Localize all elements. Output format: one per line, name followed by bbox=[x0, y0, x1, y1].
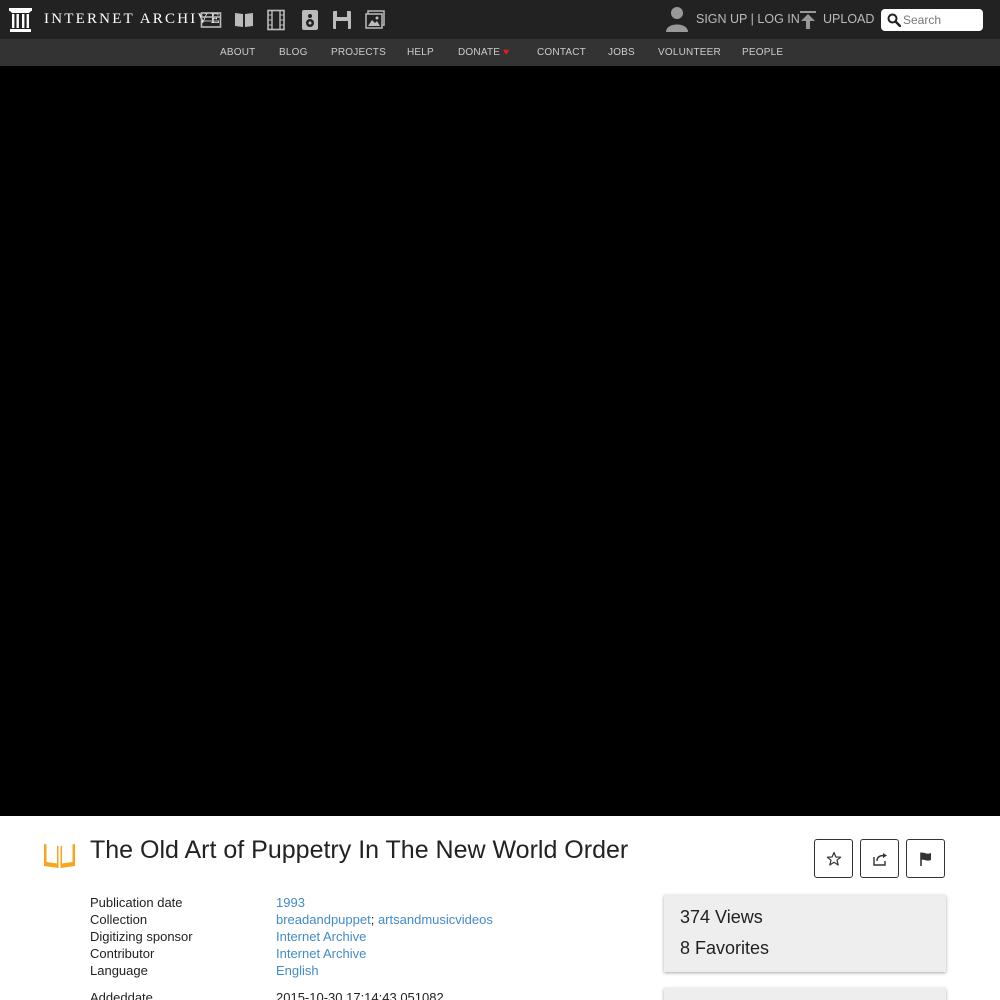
nav-jobs[interactable]: JOBS bbox=[608, 47, 635, 58]
video-icon[interactable] bbox=[265, 9, 287, 31]
software-icon[interactable] bbox=[331, 9, 353, 31]
nav-blog[interactable]: BLOG bbox=[279, 47, 308, 58]
upload-icon[interactable] bbox=[799, 10, 817, 30]
meta-label: Publication date bbox=[90, 895, 183, 910]
auth-links: SIGN UP | LOG IN bbox=[696, 12, 800, 26]
favorite-button[interactable] bbox=[814, 839, 853, 878]
images-icon[interactable] bbox=[364, 9, 386, 31]
search-input[interactable] bbox=[903, 12, 979, 28]
nav-contact[interactable]: CONTACT bbox=[537, 47, 586, 58]
search-icon[interactable] bbox=[887, 13, 901, 27]
meta-value-link: Internet Archive bbox=[276, 929, 366, 944]
top-bar: INTERNET ARCHIVE SIGN UP | LOG IN UPLOAD… bbox=[0, 0, 1000, 39]
audio-icon[interactable] bbox=[299, 9, 321, 31]
user-icon[interactable] bbox=[665, 6, 689, 32]
heart-icon: ♥ bbox=[503, 47, 510, 58]
stats-panel: 374 Views 8 Favorites bbox=[664, 895, 946, 972]
nav-about[interactable]: ABOUT bbox=[220, 47, 255, 58]
nav-people[interactable]: PEOPLE bbox=[742, 47, 783, 58]
nav-volunteer[interactable]: VOLUNTEER bbox=[658, 47, 721, 58]
flag-button[interactable] bbox=[906, 839, 945, 878]
meta-label: Collection bbox=[90, 912, 148, 927]
collection-separator: ; bbox=[370, 912, 375, 927]
nav-help[interactable]: HELP bbox=[407, 47, 434, 58]
meta-value-link: English bbox=[276, 963, 319, 978]
nav-donate[interactable]: DONATE ♥ bbox=[458, 47, 509, 58]
sign-up-link[interactable]: SIGN UP bbox=[696, 12, 747, 26]
internet-archive-logo-icon[interactable] bbox=[9, 8, 32, 32]
meta-label: Contributor bbox=[90, 946, 155, 961]
meta-value-links: breadandpuppet; artsandmusicvideos bbox=[276, 912, 493, 927]
logo-text[interactable]: INTERNET ARCHIVE bbox=[44, 11, 222, 28]
share-button[interactable] bbox=[860, 839, 899, 878]
media-player[interactable] bbox=[0, 66, 1000, 816]
item-title: The Old Art of Puppetry In The New World… bbox=[90, 836, 629, 864]
meta-label: Digitizing sponsor bbox=[90, 929, 193, 944]
nav-bar: ABOUT BLOG PROJECTS HELP DONATE ♥ CONTACT… bbox=[0, 39, 1000, 66]
meta-value-link: 1993 bbox=[276, 895, 305, 910]
nav-donate-label: DONATE bbox=[458, 47, 501, 58]
nav-projects[interactable]: PROJECTS bbox=[331, 47, 386, 58]
meta-label: Addeddate bbox=[90, 990, 153, 1000]
web-icon[interactable] bbox=[200, 9, 222, 31]
collection-link[interactable]: breadandpuppet bbox=[276, 912, 371, 927]
texts-icon[interactable] bbox=[233, 9, 255, 31]
share-icon bbox=[873, 853, 887, 866]
meta-label: Language bbox=[90, 963, 148, 978]
meta-value-link: Internet Archive bbox=[276, 946, 366, 961]
sponsor-link[interactable]: Internet Archive bbox=[276, 929, 366, 944]
meta-value: 2015-10-30 17:14:43.051082 bbox=[276, 990, 444, 1000]
collection-link[interactable]: artsandmusicvideos bbox=[378, 912, 493, 927]
contributor-link[interactable]: Internet Archive bbox=[276, 946, 366, 961]
search-box[interactable] bbox=[881, 9, 983, 31]
favorite-icon bbox=[826, 851, 842, 866]
upload-link[interactable]: UPLOAD bbox=[823, 12, 874, 26]
auth-separator: | bbox=[750, 12, 754, 26]
publication-date-link[interactable]: 1993 bbox=[276, 895, 305, 910]
flag-icon bbox=[920, 852, 931, 866]
views-count: 374 Views bbox=[680, 907, 763, 927]
log-in-link[interactable]: LOG IN bbox=[757, 12, 799, 26]
language-link[interactable]: English bbox=[276, 963, 319, 978]
reviews-panel bbox=[664, 988, 946, 1000]
book-icon bbox=[44, 843, 75, 868]
favorites-count: 8 Favorites bbox=[680, 938, 770, 958]
